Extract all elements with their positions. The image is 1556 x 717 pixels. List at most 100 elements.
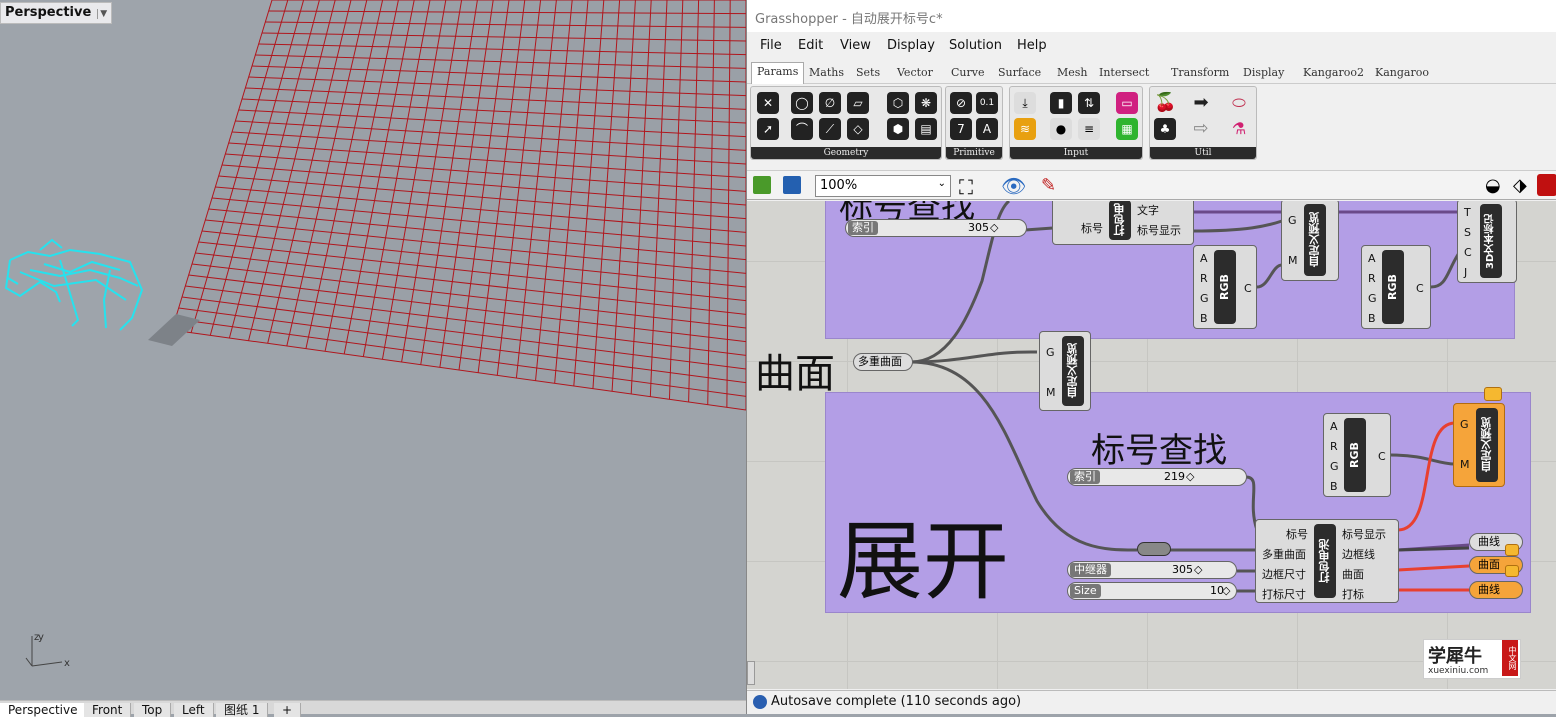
mesh-param-icon[interactable]: ❋ [915, 92, 937, 114]
gradient-icon[interactable]: ▦ [1116, 118, 1138, 140]
button-icon[interactable]: ● [1050, 118, 1072, 140]
tab-vector[interactable]: Vector [897, 66, 933, 79]
arrow-right-icon[interactable]: ➡ [1190, 92, 1212, 114]
number-param-icon[interactable]: 0.1 [976, 92, 998, 114]
slider-handle-icon[interactable]: ◇ [1194, 563, 1202, 577]
preview-eye-icon[interactable]: 👁 [1001, 174, 1026, 198]
tab-curve[interactable]: Curve [951, 66, 984, 79]
slider-value: 305 [968, 221, 989, 234]
logo-url: xuexiniu.com [1428, 666, 1489, 676]
toggle-icon[interactable]: ▮ [1050, 92, 1072, 114]
domain-param-icon[interactable]: ⊘ [950, 92, 972, 114]
pills-icon[interactable]: ⬭ [1228, 92, 1250, 114]
tab-mesh[interactable]: Mesh [1057, 66, 1088, 79]
integer-param-icon[interactable]: 7 [950, 118, 972, 140]
tab-transform[interactable]: Transform [1171, 66, 1229, 79]
tab-params[interactable]: Params [751, 62, 805, 84]
graph-icon[interactable]: ≋ [1014, 118, 1036, 140]
text-param-icon[interactable]: A [976, 118, 998, 140]
relay-node[interactable] [1137, 542, 1171, 556]
custom-preview-top[interactable]: G M 自定义预览 [1281, 201, 1339, 281]
curve-param-icon[interactable]: ∅ [819, 92, 841, 114]
canvas-scrollbar[interactable] [747, 661, 755, 685]
rhino-viewport[interactable]: Perspective ▼ z y x [0, 0, 746, 700]
brep-param[interactable]: 多重曲面 [853, 353, 913, 371]
arc-param-icon[interactable]: ⌒ [791, 118, 813, 140]
shaded-preview-icon[interactable] [1537, 174, 1556, 196]
panel-icon[interactable]: ≡ [1078, 118, 1100, 140]
geometry-param-icon[interactable]: ▤ [915, 118, 937, 140]
zoom-field[interactable]: 100% ⌄ [815, 175, 951, 197]
viewport-menu-arrow[interactable]: ▼ [97, 9, 107, 19]
menu-help[interactable]: Help [1017, 38, 1047, 53]
tab-layout-1[interactable]: 图纸 1 [216, 703, 269, 717]
tab-top[interactable]: Top [134, 703, 172, 717]
balloon-icon[interactable] [1505, 544, 1519, 556]
rgb-component-3[interactable]: A R G B RGB C [1323, 413, 1391, 497]
slider-icon[interactable]: ⇅ [1078, 92, 1100, 114]
custom-preview-orange[interactable]: G M 自定义预览 [1453, 403, 1505, 487]
index-slider-top[interactable]: 索引 305 ◇ [845, 219, 1027, 237]
menu-display[interactable]: Display [887, 38, 935, 53]
menu-view[interactable]: View [840, 38, 871, 53]
tab-perspective[interactable]: Perspective [0, 703, 87, 717]
save-file-icon[interactable] [783, 176, 801, 194]
tab-kangaroo2[interactable]: Kangaroo2 [1303, 66, 1364, 79]
rgb-component-1[interactable]: A R G B RGB C [1193, 245, 1257, 329]
axis-indicator: z y x [25, 632, 70, 669]
tab-maths[interactable]: Maths [809, 66, 844, 79]
tab-sets[interactable]: Sets [856, 66, 880, 79]
component-core: RGB [1214, 250, 1236, 324]
circle-param-icon[interactable]: ◯ [791, 92, 813, 114]
tab-surface[interactable]: Surface [998, 66, 1041, 79]
add-tab-button[interactable]: + [274, 703, 302, 717]
balloon-icon[interactable] [1484, 387, 1502, 401]
box-param-icon[interactable]: ⬡ [887, 92, 909, 114]
viewport-label[interactable]: Perspective ▼ [0, 2, 113, 24]
download-icon[interactable]: ⤓ [1014, 92, 1036, 114]
flask-icon[interactable]: ⚗ [1228, 118, 1250, 140]
cherry-icon[interactable]: 🍒 [1154, 92, 1176, 114]
pack-battery-top[interactable]: 标号 打包电 文字 标号显示 [1052, 201, 1194, 245]
pack-battery-main[interactable]: 标号 多重曲面 边框尺寸 打标尺寸 打包电池 标号显示 边框线 曲面 打标 [1255, 519, 1399, 603]
tab-left[interactable]: Left [174, 703, 214, 717]
tab-kangaroo[interactable]: Kangaroo [1375, 66, 1429, 79]
menu-edit[interactable]: Edit [798, 38, 823, 53]
preview-mode-icon[interactable]: ◒ [1485, 175, 1501, 196]
custom-preview-mid[interactable]: G M 自定义预览 [1039, 331, 1091, 411]
line-param-icon[interactable]: ⟋ [819, 118, 841, 140]
tree-icon[interactable]: ♣ [1154, 118, 1176, 140]
rgb-component-2[interactable]: A R G B RGB C [1361, 245, 1431, 329]
input-pin: A [1330, 420, 1338, 433]
zoom-extents-icon[interactable]: ⛶ [959, 175, 973, 199]
ribbon-label-primitive: Primitive [946, 147, 1002, 159]
menu-solution[interactable]: Solution [949, 38, 1002, 53]
status-bar: Autosave complete (110 seconds ago) [747, 690, 1556, 714]
generic-param-icon[interactable]: ✕ [757, 92, 779, 114]
curve-param-out-2[interactable]: 曲线 [1469, 581, 1523, 599]
open-file-icon[interactable] [753, 176, 771, 194]
color-swatch-icon[interactable]: ▭ [1116, 92, 1138, 114]
slider-handle-icon[interactable]: ◇ [1222, 584, 1230, 598]
vector-param-icon[interactable]: ➚ [757, 118, 779, 140]
slider-handle-icon[interactable]: ◇ [990, 221, 998, 235]
menu-file[interactable]: File [760, 38, 782, 53]
output-pin: 边框线 [1342, 548, 1375, 561]
slider-handle-icon[interactable]: ◇ [1186, 470, 1194, 484]
index-slider-bottom[interactable]: 索引 219 ◇ [1067, 468, 1247, 486]
tab-front[interactable]: Front [84, 703, 132, 717]
wireframe-icon[interactable]: ⬗ [1513, 175, 1527, 196]
size-slider[interactable]: Size 10 ◇ [1067, 582, 1237, 600]
sketch-icon[interactable]: ✎ [1041, 175, 1056, 196]
gh-canvas[interactable]: 标号查找 曲面 标号查找 展开 索引 305 ◇ 标号 打包电 文字 标号显示 … [747, 201, 1556, 689]
text-3d-component[interactable]: T S C J 3D文本标记 [1457, 201, 1517, 283]
balloon-icon[interactable] [1505, 565, 1519, 577]
plane-param-icon[interactable]: ◇ [847, 118, 869, 140]
brep-param-icon[interactable]: ⬢ [887, 118, 909, 140]
relay-slider[interactable]: 中继器 305 ◇ [1067, 561, 1237, 579]
arrow-hollow-icon[interactable]: ⇨ [1190, 118, 1212, 140]
tab-intersect[interactable]: Intersect [1099, 66, 1149, 79]
surface-param-icon[interactable]: ▱ [847, 92, 869, 114]
tab-display[interactable]: Display [1243, 66, 1284, 79]
zoom-dropdown-icon[interactable]: ⌄ [938, 178, 946, 189]
